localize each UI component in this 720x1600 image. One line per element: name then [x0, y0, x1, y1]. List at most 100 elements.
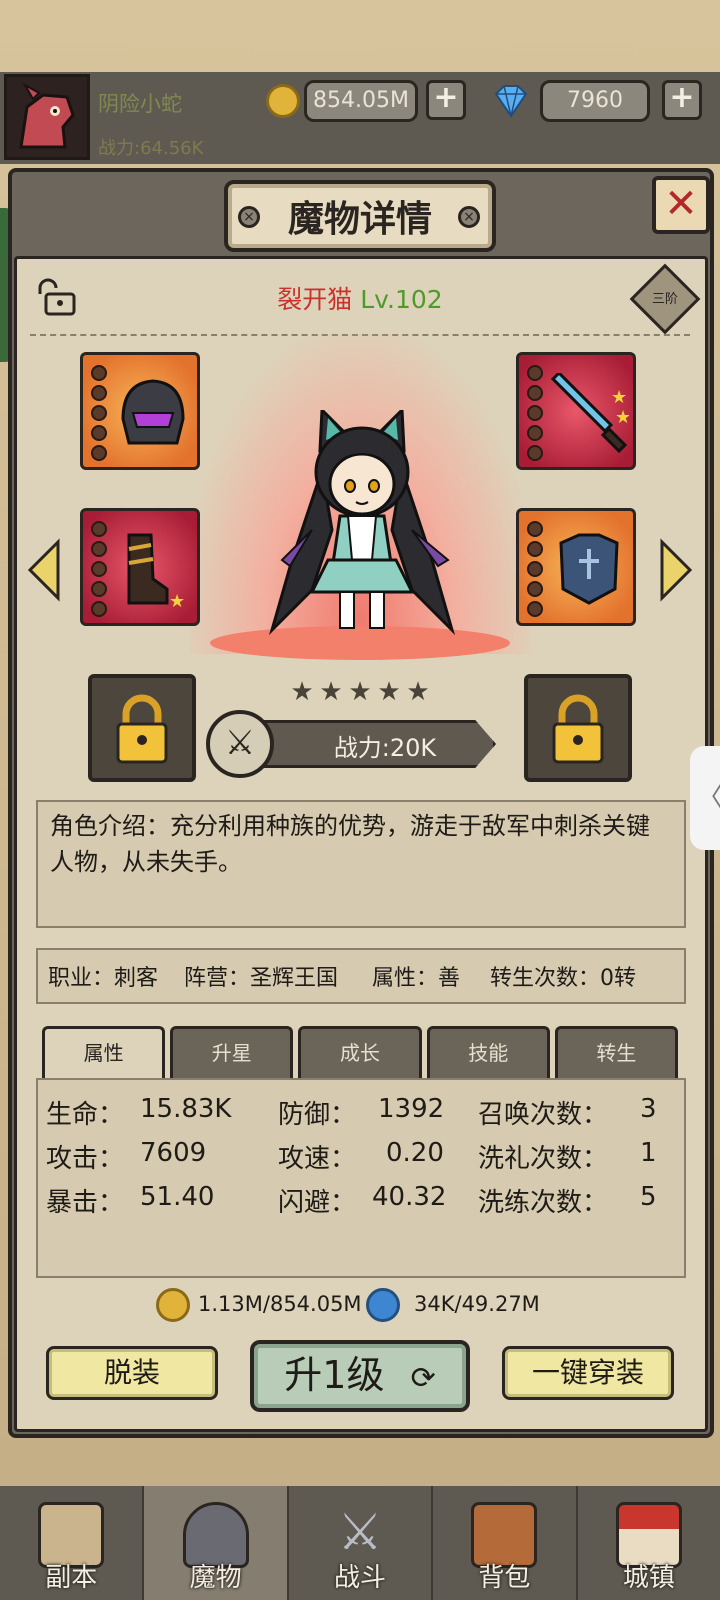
gem-sockets	[91, 521, 107, 617]
star-icon: ★	[348, 677, 372, 707]
nav-label: 战斗	[334, 1563, 387, 1593]
gem-sockets	[91, 365, 107, 461]
star-icon: ★	[319, 677, 343, 707]
armor-icon	[559, 533, 619, 605]
job: 职业：刺客	[48, 966, 159, 991]
rebirth-count: 转生次数：0转	[490, 966, 637, 991]
stat-label: 闪避：	[278, 1188, 357, 1218]
level-up-label: 升1级	[284, 1353, 385, 1397]
combat-power: 战力:20K	[333, 734, 437, 762]
stat-label: 攻击：	[46, 1144, 125, 1174]
camp: 阵营：圣辉王国	[184, 966, 339, 991]
close-button[interactable]: ✕	[652, 176, 710, 234]
refresh-icon: ⟳	[410, 1361, 436, 1396]
tab-skills[interactable]: 技能	[426, 1026, 550, 1080]
crossed-swords-icon: ⚔	[337, 1503, 383, 1561]
tab-rebirth[interactable]: 转生	[554, 1026, 679, 1080]
diamond-icon	[494, 85, 528, 118]
nav-label: 城镇	[622, 1563, 675, 1593]
svg-text:★: ★	[169, 591, 185, 609]
stat-label: 防御：	[278, 1100, 357, 1130]
padlock-icon	[116, 694, 168, 764]
unlock-icon[interactable]	[32, 278, 78, 316]
monster-level: Lv.102	[360, 285, 443, 314]
dragon-avatar-icon	[7, 77, 87, 157]
nav-label: 背包	[478, 1563, 531, 1593]
prev-arrow-icon[interactable]	[26, 538, 62, 602]
star-icon: ★	[406, 677, 430, 707]
svg-text:★: ★	[611, 387, 627, 408]
stats-panel: 生命： 15.83K 防御： 1392 召唤次数： 3 攻击： 7609 攻速：…	[36, 1078, 686, 1278]
monster-name: 裂开猫	[277, 285, 353, 314]
helmet-slot[interactable]	[80, 352, 200, 470]
boots-slot[interactable]: ★	[80, 508, 200, 626]
stat-value: 51.40	[140, 1182, 215, 1212]
stat-value: 7609	[140, 1138, 207, 1168]
star-icon: ★	[377, 677, 401, 707]
stat-value: 0.20	[386, 1138, 444, 1168]
helmet-icon	[121, 379, 185, 445]
nav-label: 魔物	[189, 1563, 242, 1593]
nav-battle[interactable]: ⚔ 战斗	[289, 1486, 434, 1600]
nav-town[interactable]: 城镇	[578, 1486, 720, 1600]
stat-label: 召唤次数：	[478, 1100, 609, 1130]
next-arrow-icon[interactable]	[658, 538, 694, 602]
stat-label: 生命：	[46, 1100, 125, 1130]
stat-value: 3	[640, 1094, 657, 1124]
attribute: 属性：善	[372, 966, 461, 991]
add-gems-button[interactable]: +	[662, 80, 702, 120]
soul-cost: 34K/49.27M	[414, 1292, 540, 1316]
soul-stone-icon	[366, 1288, 400, 1322]
stat-label: 洗练次数：	[478, 1188, 609, 1218]
nav-backpack[interactable]: 背包	[433, 1486, 578, 1600]
stat-value: 1392	[378, 1094, 445, 1124]
gem-count: 7960	[540, 80, 650, 122]
boots-icon: ★	[127, 533, 185, 609]
nav-monsters[interactable]: 魔物	[144, 1486, 289, 1600]
nav-label: 副本	[45, 1563, 98, 1593]
side-drawer-handle[interactable]: 〈	[690, 746, 720, 850]
star-rating: ★ ★ ★ ★ ★	[290, 677, 430, 707]
star-icon: ★	[290, 677, 314, 707]
stat-value: 15.83K	[140, 1094, 232, 1124]
coin-icon	[156, 1288, 190, 1322]
locked-slot-left[interactable]	[88, 674, 196, 782]
rank-label: 三阶	[651, 292, 678, 307]
coin-cost: 1.13M/854.05M	[198, 1292, 362, 1316]
locked-slot-right[interactable]	[524, 674, 632, 782]
player-power: 战力:64.56K	[98, 138, 204, 159]
tab-attributes[interactable]: 属性	[42, 1026, 166, 1080]
stat-value: 1	[640, 1138, 657, 1168]
monster-character[interactable]	[262, 410, 462, 642]
armor-slot[interactable]	[516, 508, 636, 626]
level-up-button[interactable]: 升1级 ⟳	[250, 1340, 470, 1412]
stat-label: 洗礼次数：	[478, 1144, 609, 1174]
bottom-nav: 副本 魔物 ⚔ 战斗 背包 城镇	[0, 1486, 720, 1600]
monster-description: 角色介绍：充分利用种族的优势，游走于敌军中刺杀关键人物，从未失手。	[36, 800, 686, 928]
monster-title: 裂开猫 Lv.102	[200, 280, 520, 316]
coin-icon	[266, 84, 300, 118]
panel-title: 魔物详情	[287, 199, 432, 240]
unequip-button[interactable]: 脱装	[46, 1346, 218, 1400]
stat-label: 攻速：	[278, 1144, 357, 1174]
tab-growth[interactable]: 成长	[298, 1026, 422, 1080]
stat-label: 暴击：	[46, 1188, 125, 1218]
info-row: 职业：刺客 阵营：圣辉王国 属性：善 转生次数：0转	[36, 948, 686, 1004]
nav-dungeon[interactable]: 副本	[0, 1486, 145, 1600]
equip-all-button[interactable]: 一键穿装	[502, 1346, 674, 1400]
crossed-swords-icon: ⚔	[206, 710, 274, 778]
stat-value: 5	[640, 1182, 657, 1212]
weapon-slot[interactable]: ★ ★	[516, 352, 636, 470]
gem-sockets	[527, 521, 543, 617]
player-name: 阴险小蛇	[98, 92, 182, 116]
stat-value: 40.32	[372, 1182, 447, 1212]
add-coins-button[interactable]: +	[426, 80, 466, 120]
tab-star-up[interactable]: 升星	[170, 1026, 294, 1080]
coin-count: 854.05M	[304, 80, 418, 122]
svg-text:★: ★	[615, 407, 629, 428]
detail-tabs: 属性 升星 成长 技能 转生	[42, 1026, 679, 1080]
padlock-icon	[552, 694, 604, 764]
avatar[interactable]	[4, 74, 90, 160]
gem-sockets	[527, 365, 543, 461]
sword-icon: ★ ★	[550, 373, 629, 453]
